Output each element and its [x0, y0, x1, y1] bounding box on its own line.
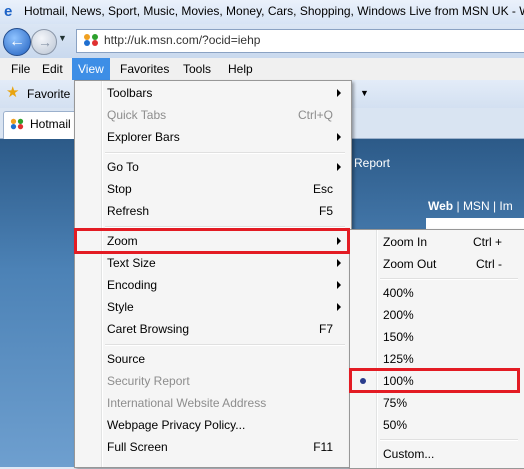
submenu-arrow-icon — [337, 281, 341, 289]
zoom-50-item[interactable]: 50% — [352, 414, 520, 436]
menu-item-explorer-bars[interactable]: Explorer Bars — [77, 126, 347, 148]
menu-item-privacy-policy[interactable]: Webpage Privacy Policy... — [77, 414, 347, 436]
menu-separator — [105, 152, 345, 154]
menu-tools[interactable]: Tools — [177, 58, 217, 80]
report-link[interactable]: Report — [354, 156, 390, 170]
forward-arrow-icon: → — [38, 34, 52, 50]
menu-item-text-size[interactable]: Text Size — [77, 252, 347, 274]
zoom-in-item[interactable]: Zoom In Ctrl + — [352, 231, 520, 253]
submenu-arrow-icon — [337, 89, 341, 97]
menu-item-caret-browsing[interactable]: Caret Browsing F7 — [77, 318, 347, 340]
zoom-125-item[interactable]: 125% — [352, 348, 520, 370]
menu-item-refresh[interactable]: Refresh F5 — [77, 200, 347, 222]
menu-item-go-to[interactable]: Go To — [77, 156, 347, 178]
history-dropdown-icon[interactable]: ▼ — [58, 33, 67, 43]
menu-edit[interactable]: Edit — [36, 58, 69, 80]
menu-separator — [105, 344, 345, 346]
zoom-out-item[interactable]: Zoom Out Ctrl - — [352, 253, 520, 275]
zoom-custom-item[interactable]: Custom... — [352, 443, 520, 465]
zoom-400-item[interactable]: 400% — [352, 282, 520, 304]
address-url: http://uk.msn.com/?ocid=iehp — [104, 33, 261, 47]
search-tab-images[interactable]: Im — [499, 199, 512, 213]
menu-file[interactable]: File — [5, 58, 36, 80]
menu-item-security-report: Security Report — [107, 374, 190, 388]
menu-item-toolbars[interactable]: Toolbars — [77, 82, 347, 104]
submenu-arrow-icon — [337, 259, 341, 267]
menu-item-quick-tabs: Quick Tabs Ctrl+Q — [107, 108, 333, 122]
msn-butterfly-icon — [84, 34, 98, 46]
back-button[interactable]: ← — [3, 28, 31, 56]
view-menu: Toolbars Quick Tabs Ctrl+Q Explorer Bars … — [74, 80, 352, 468]
favorites-button[interactable]: Favorite — [27, 87, 70, 101]
zoom-submenu: Zoom In Ctrl + Zoom Out Ctrl - 400% 200% 1… — [349, 229, 524, 469]
star-icon[interactable]: ★ — [6, 85, 19, 101]
submenu-arrow-icon — [337, 303, 341, 311]
back-arrow-icon: ← — [9, 33, 25, 50]
search-tab-msn[interactable]: MSN — [463, 199, 490, 213]
menu-separator — [380, 439, 518, 441]
menu-view[interactable]: View — [72, 58, 110, 80]
highlight-zoom-100-item — [349, 368, 520, 393]
forward-button[interactable]: → — [31, 29, 57, 55]
submenu-arrow-icon — [337, 163, 341, 171]
zoom-200-item[interactable]: 200% — [352, 304, 520, 326]
menu-item-source[interactable]: Source — [77, 348, 347, 370]
menu-item-international-address: International Website Address — [107, 396, 267, 410]
search-tabs: Web | MSN | Im — [428, 199, 513, 213]
highlight-zoom-item — [74, 228, 350, 254]
menu-item-stop[interactable]: Stop Esc — [77, 178, 347, 200]
search-tab-web[interactable]: Web — [428, 199, 453, 213]
ie-logo-icon: e — [4, 3, 13, 20]
zoom-150-item[interactable]: 150% — [352, 326, 520, 348]
menu-help[interactable]: Help — [222, 58, 259, 80]
menu-item-style[interactable]: Style — [77, 296, 347, 318]
zoom-75-item[interactable]: 75% — [352, 392, 520, 414]
menu-item-full-screen[interactable]: Full Screen F11 — [77, 436, 347, 458]
chevron-down-icon[interactable]: ▼ — [360, 88, 369, 98]
menu-favorites[interactable]: Favorites — [114, 58, 175, 80]
tab-label: Hotmail — [30, 117, 71, 131]
menu-separator — [380, 278, 518, 280]
search-tab-separator: | — [492, 199, 497, 213]
menu-item-encoding[interactable]: Encoding — [77, 274, 347, 296]
msn-butterfly-icon — [10, 118, 24, 130]
submenu-arrow-icon — [337, 133, 341, 141]
window-title: Hotmail, News, Sport, Music, Movies, Mon… — [24, 4, 524, 18]
search-tab-separator: | — [456, 199, 460, 213]
